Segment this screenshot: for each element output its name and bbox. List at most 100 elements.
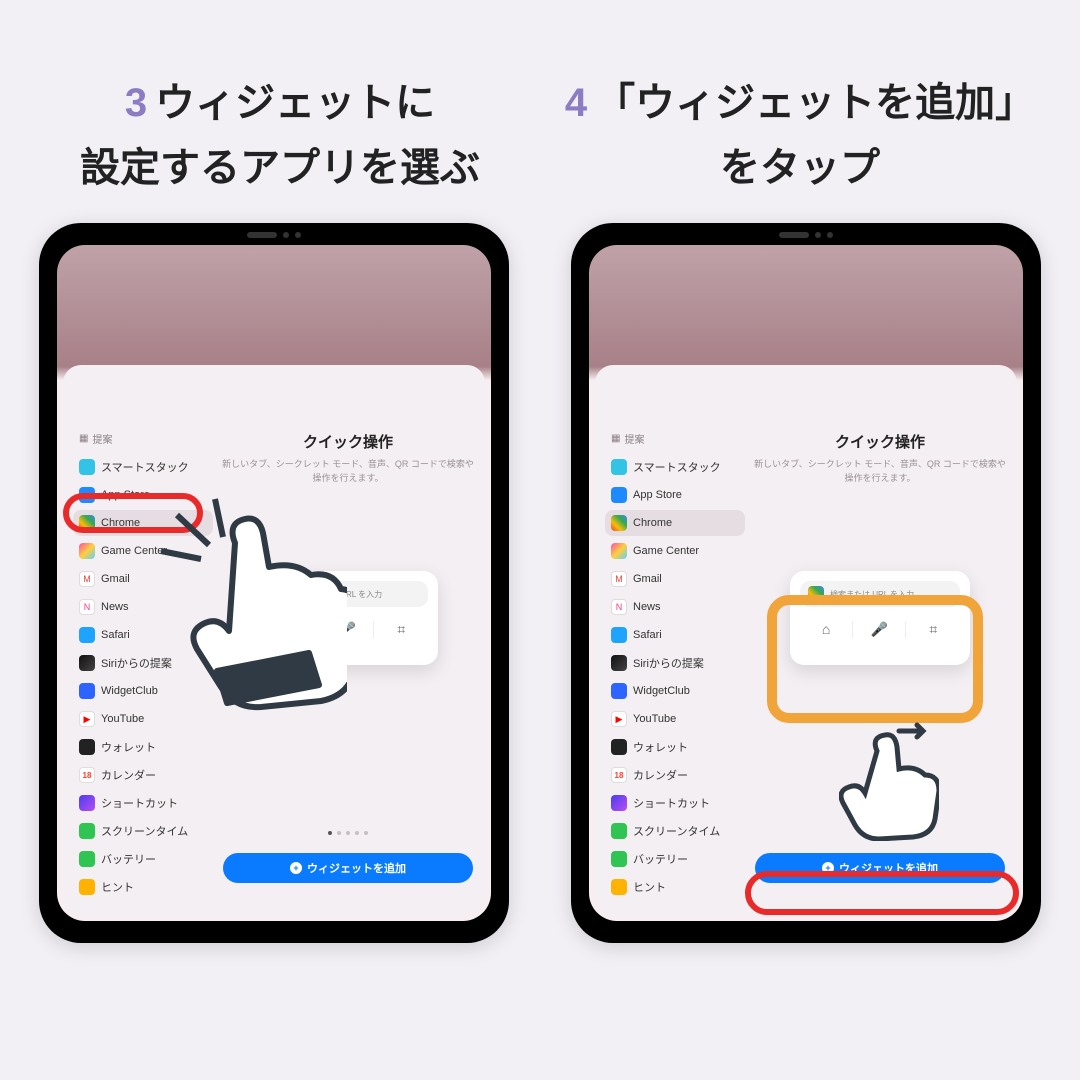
sidebar-item-label: ショートカット: [633, 795, 710, 811]
sidebar-heading: ▦ 提案: [79, 431, 213, 446]
app-icon: [611, 487, 627, 503]
sidebar-item-label: News: [101, 601, 129, 613]
mic-icon: 🎤: [854, 621, 907, 638]
add-widget-button[interactable]: + ウィジェットを追加: [755, 853, 1005, 883]
sidebar-items: スマートスタック App Store Chrome Game CenterMGmail…: [73, 454, 213, 900]
app-icon: [611, 879, 627, 895]
sidebar-item-label: Game Center: [633, 545, 699, 557]
sidebar-item-chrome[interactable]: Chrome: [73, 510, 213, 536]
app-icon: N: [611, 599, 627, 615]
sidebar-item-ウォレット[interactable]: ウォレット: [605, 734, 745, 760]
sidebar-item-label: Chrome: [633, 517, 672, 529]
sidebar-item-safari[interactable]: Safari: [605, 622, 745, 648]
sidebar-item-app-store[interactable]: App Store: [605, 482, 745, 508]
app-icon: [611, 627, 627, 643]
sidebar-item-スクリーンタイム[interactable]: スクリーンタイム: [73, 818, 213, 844]
step-3-title: 3ウィジェットに 設定するアプリを選ぶ: [20, 75, 540, 193]
sidebar-item-game-center[interactable]: Game Center: [73, 538, 213, 564]
app-icon: [611, 543, 627, 559]
grid-icon: ▦: [79, 433, 88, 444]
app-icon: [79, 487, 95, 503]
sidebar-item-siriからの提案[interactable]: Siriからの提案: [73, 650, 213, 676]
sidebar-item-label: Gmail: [633, 573, 662, 585]
sidebar-item-label: Safari: [101, 629, 130, 641]
sidebar-item-カレンダー[interactable]: 18カレンダー: [73, 762, 213, 788]
app-icon: [79, 739, 95, 755]
sidebar-item-ショートカット[interactable]: ショートカット: [605, 790, 745, 816]
sidebar-item-label: ヒント: [101, 879, 134, 895]
widget-title: クイック操作: [221, 431, 475, 452]
sidebar-item-news[interactable]: N News: [605, 594, 745, 620]
app-icon: [611, 683, 627, 699]
sidebar-item-バッテリー[interactable]: バッテリー: [605, 846, 745, 872]
sidebar-item-スクリーンタイム[interactable]: スクリーンタイム: [605, 818, 745, 844]
incognito-icon: ⌂: [800, 621, 853, 638]
sidebar-item-news[interactable]: N News: [73, 594, 213, 620]
sidebar-item-siriからの提案[interactable]: Siriからの提案: [605, 650, 745, 676]
page-dots[interactable]: [328, 831, 368, 835]
app-icon: M: [611, 571, 627, 587]
sidebar-item-ショートカット[interactable]: ショートカット: [73, 790, 213, 816]
widget-preview-card[interactable]: 検索または URL を入力 ⌂ 🎤 ⌗: [258, 571, 438, 665]
sidebar-item-app-store[interactable]: App Store: [73, 482, 213, 508]
sidebar-item-label: YouTube: [633, 713, 676, 725]
sidebar-item-safari[interactable]: Safari: [73, 622, 213, 648]
sidebar-item-label: Chrome: [101, 517, 140, 529]
app-icon: ▶: [79, 711, 95, 727]
sidebar-item-label: Gmail: [101, 573, 130, 585]
app-icon: [79, 683, 95, 699]
sidebar-item-label: バッテリー: [633, 851, 688, 867]
screen: 🔍 ウィジェットを検索 ▦ 提案 スマートスタックApp StoreChrome…: [57, 245, 491, 921]
sidebar-item-label: App Store: [633, 489, 682, 501]
sidebar-item-chrome[interactable]: Chrome: [605, 510, 745, 536]
app-icon: [611, 655, 627, 671]
qr-icon: ⌗: [907, 621, 960, 638]
camera-notch: [247, 232, 301, 238]
app-icon: 18: [611, 767, 627, 783]
sidebar-item-youtube[interactable]: ▶YouTube: [605, 706, 745, 732]
widget-subtitle: 新しいタブ、シークレット モード、音声、QR コードで検索や操作を行えます。: [221, 458, 475, 485]
sidebar-item-youtube[interactable]: ▶YouTube: [73, 706, 213, 732]
sidebar-item-game-center[interactable]: Game Center: [605, 538, 745, 564]
qr-icon: ⌗: [375, 621, 428, 638]
step-4-title: 4「ウィジェットを追加」 をタップ: [540, 75, 1060, 193]
app-icon: [79, 515, 95, 531]
sidebar-item-スマートスタック[interactable]: スマートスタック: [605, 454, 745, 480]
widget-preview-card[interactable]: 検索または URL を入力 ⌂ 🎤 ⌗: [790, 571, 970, 665]
camera-notch: [779, 232, 833, 238]
sidebar-item-label: WidgetClub: [633, 685, 690, 697]
app-list-sidebar: ▦ 提案 スマートスタック App Store Chrome Game CenterM…: [73, 375, 213, 905]
sidebar-item-label: バッテリー: [101, 851, 156, 867]
incognito-icon: ⌂: [268, 621, 321, 638]
sidebar-item-ウォレット[interactable]: ウォレット: [73, 734, 213, 760]
sidebar-item-label: App Store: [101, 489, 150, 501]
step-number: 4: [565, 81, 587, 125]
sidebar-items: スマートスタック App Store Chrome Game Center M Gmail…: [605, 454, 745, 900]
sidebar-item-label: スマートスタック: [101, 459, 189, 475]
widget-detail-pane: クイック操作 新しいタブ、シークレット モード、音声、QR コードで検索や操作を…: [753, 375, 1007, 905]
app-icon: [611, 795, 627, 811]
sidebar-item-gmail[interactable]: M Gmail: [605, 566, 745, 592]
sidebar-item-widgetclub[interactable]: WidgetClub: [73, 678, 213, 704]
sidebar-item-label: Siriからの提案: [633, 655, 704, 671]
sidebar-item-スマートスタック[interactable]: スマートスタック: [73, 454, 213, 480]
sidebar-item-カレンダー[interactable]: 18カレンダー: [605, 762, 745, 788]
app-icon: [79, 879, 95, 895]
app-list-sidebar: ▦ 提案 スマートスタックApp StoreChromeGame CenterM…: [605, 375, 745, 905]
sidebar-item-label: スマートスタック: [633, 459, 721, 475]
sidebar-item-label: ウォレット: [633, 739, 688, 755]
sidebar-item-バッテリー[interactable]: バッテリー: [73, 846, 213, 872]
app-icon: [79, 655, 95, 671]
add-widget-button[interactable]: + ウィジェットを追加: [223, 853, 473, 883]
sidebar-item-label: News: [633, 601, 661, 613]
app-icon: [611, 515, 627, 531]
sidebar-item-gmail[interactable]: MGmail: [73, 566, 213, 592]
chrome-search-bar: 検索または URL を入力: [800, 581, 960, 607]
sidebar-item-ヒント[interactable]: ヒント: [73, 874, 213, 900]
app-icon: N: [79, 599, 95, 615]
app-icon: [79, 459, 95, 475]
sidebar-item-widgetclub[interactable]: WidgetClub: [605, 678, 745, 704]
sidebar-item-ヒント[interactable]: ヒント: [605, 874, 745, 900]
widget-detail-pane: クイック操作 新しいタブ、シークレット モード、音声、QR コードで検索や操作を…: [221, 375, 475, 905]
page-dots[interactable]: [860, 831, 900, 835]
